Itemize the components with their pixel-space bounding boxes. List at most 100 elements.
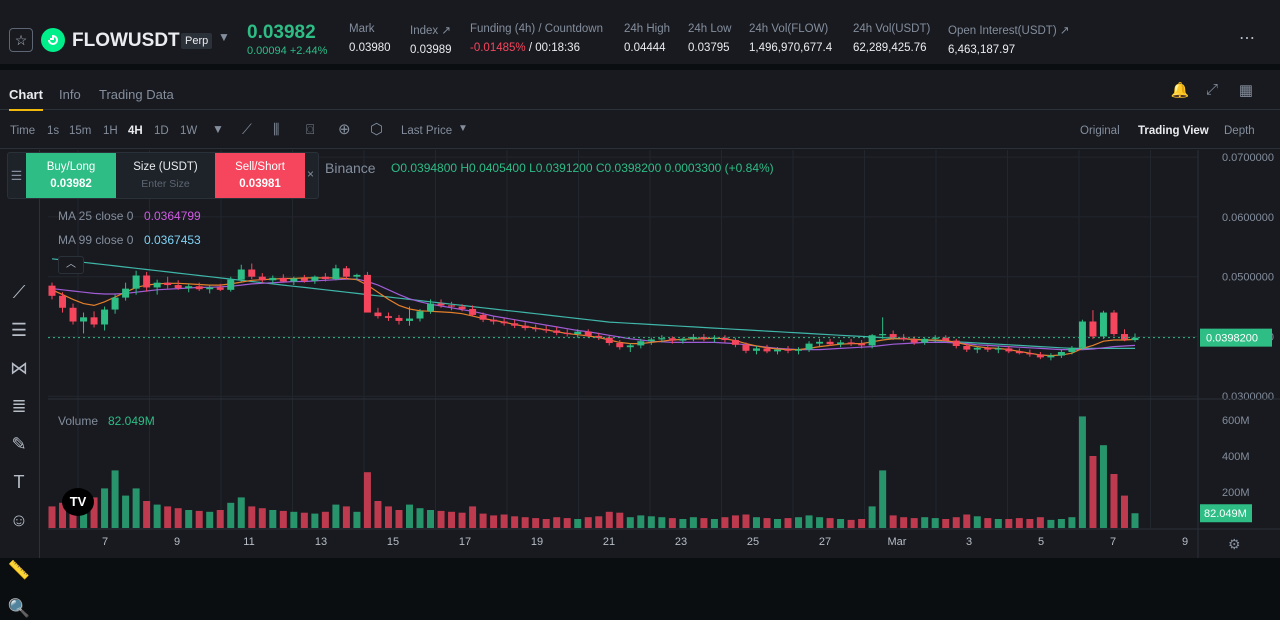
symbol-name[interactable]: FLOWUSDT xyxy=(72,30,180,52)
candle-body xyxy=(647,339,655,342)
candle-body xyxy=(300,278,308,281)
buy-long-button[interactable]: Buy/Long 0.03982 xyxy=(26,153,116,198)
stat-4: 24h Low 0.03795 xyxy=(688,23,731,54)
candle-body xyxy=(1005,348,1013,352)
candle-body xyxy=(153,282,161,288)
volume-bar xyxy=(164,506,172,528)
candle-body xyxy=(248,269,256,277)
add-circle-icon[interactable]: ⊕ xyxy=(338,120,351,138)
chart-toolbar: Time 1s 15m 1H 4H 1D 1W ▼ ⟋ ⫼ ⌼ ⊕ ⬡ Last… xyxy=(0,111,1280,149)
stat-label: 24h Vol(USDT) xyxy=(853,23,931,35)
candle-body xyxy=(59,295,67,308)
candle-body xyxy=(921,338,929,343)
candle-body xyxy=(69,307,77,322)
candle-body xyxy=(889,334,897,338)
brush-icon[interactable]: ✎ xyxy=(7,432,31,456)
volume-bar xyxy=(763,518,771,528)
horizontal-lines-icon[interactable]: ☰ xyxy=(7,318,31,342)
view-depth[interactable]: Depth xyxy=(1224,125,1255,137)
candle-body xyxy=(416,311,424,319)
chart-area[interactable]: 0.07000000.06000000.05000000.04000000.03… xyxy=(40,150,1280,558)
emoji-icon[interactable]: ☺ xyxy=(7,508,31,532)
volume-bar xyxy=(395,510,403,528)
expand-icon[interactable]: ⤢ xyxy=(1202,81,1222,101)
candle-body xyxy=(858,343,866,346)
layout-grid-icon[interactable]: ▦ xyxy=(1236,81,1256,101)
volume-bar xyxy=(248,506,256,528)
price-chart[interactable]: 0.07000000.06000000.05000000.04000000.03… xyxy=(40,150,1280,558)
ma-long-line xyxy=(51,258,1135,349)
ma99-line xyxy=(51,278,1136,351)
interval-1s[interactable]: 1s xyxy=(47,125,59,137)
candle-type-icon[interactable]: ⫼ xyxy=(273,121,279,138)
candle-body xyxy=(342,268,350,277)
volume-bar xyxy=(363,472,371,528)
collapse-legend-icon[interactable]: ︿ xyxy=(58,256,84,274)
volume-bar xyxy=(710,519,718,528)
size-input[interactable]: Size (USDT) Enter Size xyxy=(116,153,215,198)
interval-1h[interactable]: 1H xyxy=(103,125,118,137)
interval-15m[interactable]: 15m xyxy=(69,125,91,137)
candle-body xyxy=(805,343,813,350)
interval-4h[interactable]: 4H xyxy=(128,125,143,137)
more-options-icon[interactable]: ⋯ xyxy=(1239,28,1256,48)
x-axis-label: 17 xyxy=(459,536,471,548)
indicator-icon[interactable]: ⟋ xyxy=(242,121,252,138)
tab-info[interactable]: Info xyxy=(59,87,81,102)
interval-1d[interactable]: 1D xyxy=(154,125,169,137)
candle-body xyxy=(868,335,876,346)
fib-icon[interactable]: ≣ xyxy=(7,394,31,418)
stat-value: -0.01485% / 00:18:36 xyxy=(470,42,580,54)
sell-short-button[interactable]: Sell/Short 0.03981 xyxy=(215,153,305,198)
volume-bar xyxy=(1120,495,1128,528)
trend-line-icon[interactable]: ⟋ xyxy=(7,280,31,304)
candle-body xyxy=(321,276,329,280)
x-axis-label: 13 xyxy=(315,536,327,548)
candle-body xyxy=(542,329,550,331)
settings-hex-icon[interactable]: ⬡ xyxy=(370,120,383,138)
pattern-icon[interactable]: ⋈ xyxy=(7,356,31,380)
volume-bar xyxy=(290,511,298,528)
interval-dropdown-icon[interactable]: ▼ xyxy=(212,122,224,136)
tab-chart[interactable]: Chart xyxy=(9,87,43,111)
volume-bar xyxy=(542,519,550,528)
volume-axis-label: 600M xyxy=(1222,415,1250,427)
interval-1w[interactable]: 1W xyxy=(180,125,197,137)
candle-body xyxy=(931,337,939,339)
volume-bar xyxy=(889,515,897,528)
candle-body xyxy=(143,275,151,288)
view-original[interactable]: Original xyxy=(1080,125,1120,137)
candle-body xyxy=(1068,347,1076,352)
text-icon[interactable]: T xyxy=(7,470,31,494)
view-trading-view[interactable]: Trading View xyxy=(1138,125,1209,137)
close-icon[interactable]: × xyxy=(307,167,314,181)
ruler-icon[interactable]: 📏 xyxy=(7,558,31,582)
candle-body xyxy=(994,348,1002,350)
candle-body xyxy=(258,276,266,281)
bell-icon[interactable]: 🔔 xyxy=(1170,81,1190,101)
candle-body xyxy=(332,268,340,280)
candle-body xyxy=(1110,312,1118,335)
zoom-icon[interactable]: 🔍 xyxy=(7,596,31,620)
volume-bar xyxy=(427,510,435,528)
size-placeholder[interactable]: Enter Size xyxy=(116,178,215,190)
ma99-value: 0.0367453 xyxy=(144,233,201,247)
volume-bar xyxy=(563,518,571,528)
volume-bar xyxy=(1089,456,1097,528)
favorite-star-icon[interactable]: ☆ xyxy=(9,28,33,52)
symbol-dropdown-icon[interactable]: ▼ xyxy=(218,30,230,44)
camera-icon[interactable]: ⌼ xyxy=(306,121,314,138)
volume-bar xyxy=(1131,513,1139,528)
stat-label: Index ↗ xyxy=(410,25,451,37)
price-type-select[interactable]: Last Price xyxy=(401,125,452,137)
volume-bar xyxy=(868,506,876,528)
time-label[interactable]: Time xyxy=(10,125,35,137)
tab-trading-data[interactable]: Trading Data xyxy=(99,87,174,102)
chart-settings-gear-icon[interactable]: ⚙ xyxy=(1228,536,1241,553)
candle-body xyxy=(816,341,824,344)
stat-label: 24h Vol(FLOW) xyxy=(749,23,829,35)
price-type-dropdown-icon[interactable]: ▼ xyxy=(458,123,468,134)
drag-handle-icon[interactable]: ☰ xyxy=(8,153,25,198)
candle-body xyxy=(763,348,771,352)
candle-body xyxy=(626,345,634,348)
